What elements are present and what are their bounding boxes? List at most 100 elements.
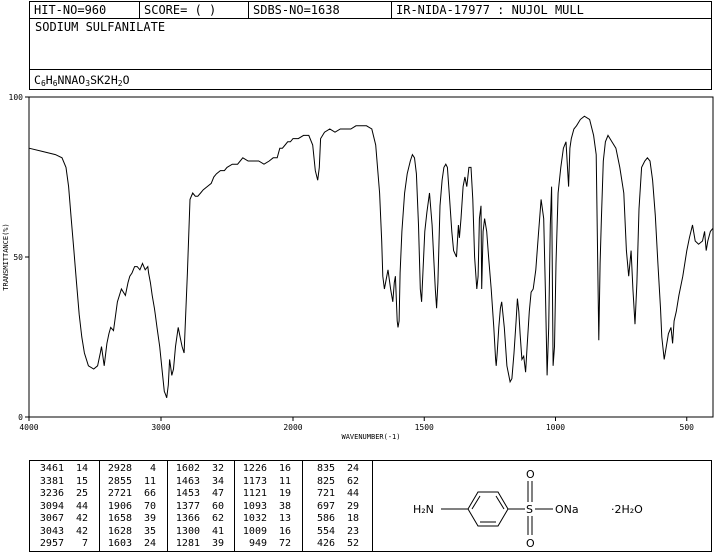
peak-transmittance: 24 [143,538,156,549]
peak-wavenumber: 825 [316,475,335,487]
peak-wavenumber: 2957 [39,538,64,549]
y-tick-label: 0 [18,413,23,422]
x-tick-label: 2000 [283,423,302,432]
peak-wavenumber: 1009 [242,525,267,537]
peak-transmittance: 66 [143,488,156,499]
peak-wavenumber: 1032 [242,513,267,524]
peak-transmittance: 7 [81,538,88,549]
peak-row: 586 18 [305,513,359,526]
peak-wavenumber: 3236 [39,488,64,499]
peak-wavenumber: 3094 [39,500,64,512]
peak-row: 3236 25 [34,488,88,501]
peak-wavenumber: 1463 [175,475,200,487]
sulfur-label: S [526,503,533,516]
peak-wavenumber: 3461 [39,463,64,474]
peak-wavenumber: 1300 [175,525,200,537]
peak-row: 1093 38 [237,501,291,514]
peak-transmittance: 70 [143,500,156,512]
peak-transmittance: 47 [211,488,224,499]
peak-row: 1602 32 [170,463,224,476]
x-tick-label: 1500 [415,423,434,432]
peak-wavenumber: 835 [316,463,335,474]
peak-wavenumber: 697 [316,500,335,512]
peak-transmittance: 35 [143,525,156,537]
peak-wavenumber: 586 [316,513,335,524]
peak-row: 1281 39 [170,538,224,551]
oxygen-label-bottom: O [526,537,535,550]
peak-transmittance: 18 [346,513,359,524]
peak-row: 949 72 [237,538,291,551]
y-tick-label: 100 [9,93,24,102]
peak-transmittance: 4 [149,463,156,474]
peak-wavenumber: 949 [248,538,267,549]
plot-frame [28,96,714,418]
peak-wavenumber: 1226 [242,463,267,474]
spectrum-line [28,115,714,398]
peak-wavenumber: 1281 [175,538,200,549]
peak-transmittance: 44 [346,488,359,499]
peak-transmittance: 39 [143,513,156,524]
peak-row: 2928 4 [102,463,156,476]
peak-transmittance: 23 [346,525,359,537]
hydrate-label: ·2H₂O [611,503,643,516]
peak-transmittance: 16 [278,525,291,537]
x-tick-label: 500 [680,423,695,432]
x-tick-label: 4000 [19,423,38,432]
peak-wavenumber: 1366 [175,513,200,524]
peak-column: 1602 32 1463 34 1453 47 1377 60 1366 62 1300 41 1281… [170,463,224,551]
peak-row: 1658 39 [102,513,156,526]
peak-row: 697 29 [305,501,359,514]
x-tick-label: 3000 [151,423,170,432]
peak-row: 554 23 [305,526,359,539]
structure-panel: H₂N S O O ONa ·2H₂O [373,460,712,552]
peak-wavenumber: 426 [316,538,335,549]
peak-row: 2721 66 [102,488,156,501]
peak-transmittance: 60 [211,500,224,512]
peak-row: 1463 34 [170,476,224,489]
peak-table: 3461 14 3381 15 3236 25 3094 44 3067 42 3043 42 2957… [29,460,373,552]
peak-wavenumber: 1658 [107,513,132,524]
peak-row: 3067 42 [34,513,88,526]
ir-spectrum-chart: 0 50 100 4000 3000 2000 1500 1000 500 WAVENUMBER(… [2,93,714,441]
peak-transmittance: 62 [211,513,224,524]
peak-wavenumber: 1173 [242,475,267,487]
peak-transmittance: 34 [211,475,224,487]
column-divider [99,461,100,551]
peak-transmittance: 42 [75,525,88,537]
peak-transmittance: 19 [278,488,291,499]
peak-wavenumber: 721 [316,488,335,499]
peak-row: 2855 11 [102,476,156,489]
column-divider [234,461,235,551]
ring-double-bond [495,495,505,510]
y-axis-label: TRANSMITTANCE(%) [2,223,10,290]
peak-transmittance: 44 [75,500,88,512]
peak-row: 1603 24 [102,538,156,551]
sulfanilate-structure: H₂N S O O ONa ·2H₂O [413,468,643,550]
peak-row: 1906 70 [102,501,156,514]
peak-transmittance: 25 [75,488,88,499]
peak-column: 835 24 825 62 721 44 697 29 586 18 554 23 426 52 [305,463,359,551]
peak-transmittance: 16 [278,463,291,474]
peak-wavenumber: 2721 [107,488,132,499]
peak-column: 1226 16 1173 11 1121 19 1093 38 1032 13 1009 16 949 7… [237,463,291,551]
peak-row: 3461 14 [34,463,88,476]
column-divider [302,461,303,551]
peak-row: 1226 16 [237,463,291,476]
peak-wavenumber: 1628 [107,525,132,537]
peak-column: 2928 4 2855 11 2721 66 1906 70 1658 39 1628 35 1603 2… [102,463,156,551]
peak-wavenumber: 554 [316,525,335,537]
x-axis-label: WAVENUMBER(-1) [341,433,400,441]
peak-transmittance: 72 [278,538,291,549]
peak-row: 1453 47 [170,488,224,501]
peak-row: 3043 42 [34,526,88,539]
peak-column: 3461 14 3381 15 3236 25 3094 44 3067 42 3043 42 2957… [34,463,88,551]
peak-row: 1366 62 [170,513,224,526]
amine-label: H₂N [413,503,434,516]
peak-transmittance: 13 [278,513,291,524]
peak-transmittance: 24 [346,463,359,474]
oxygen-label-top: O [526,468,535,481]
ona-label: ONa [555,503,579,516]
y-tick-label: 50 [13,253,23,262]
ring-double-bond [471,495,481,510]
peak-row: 825 62 [305,476,359,489]
